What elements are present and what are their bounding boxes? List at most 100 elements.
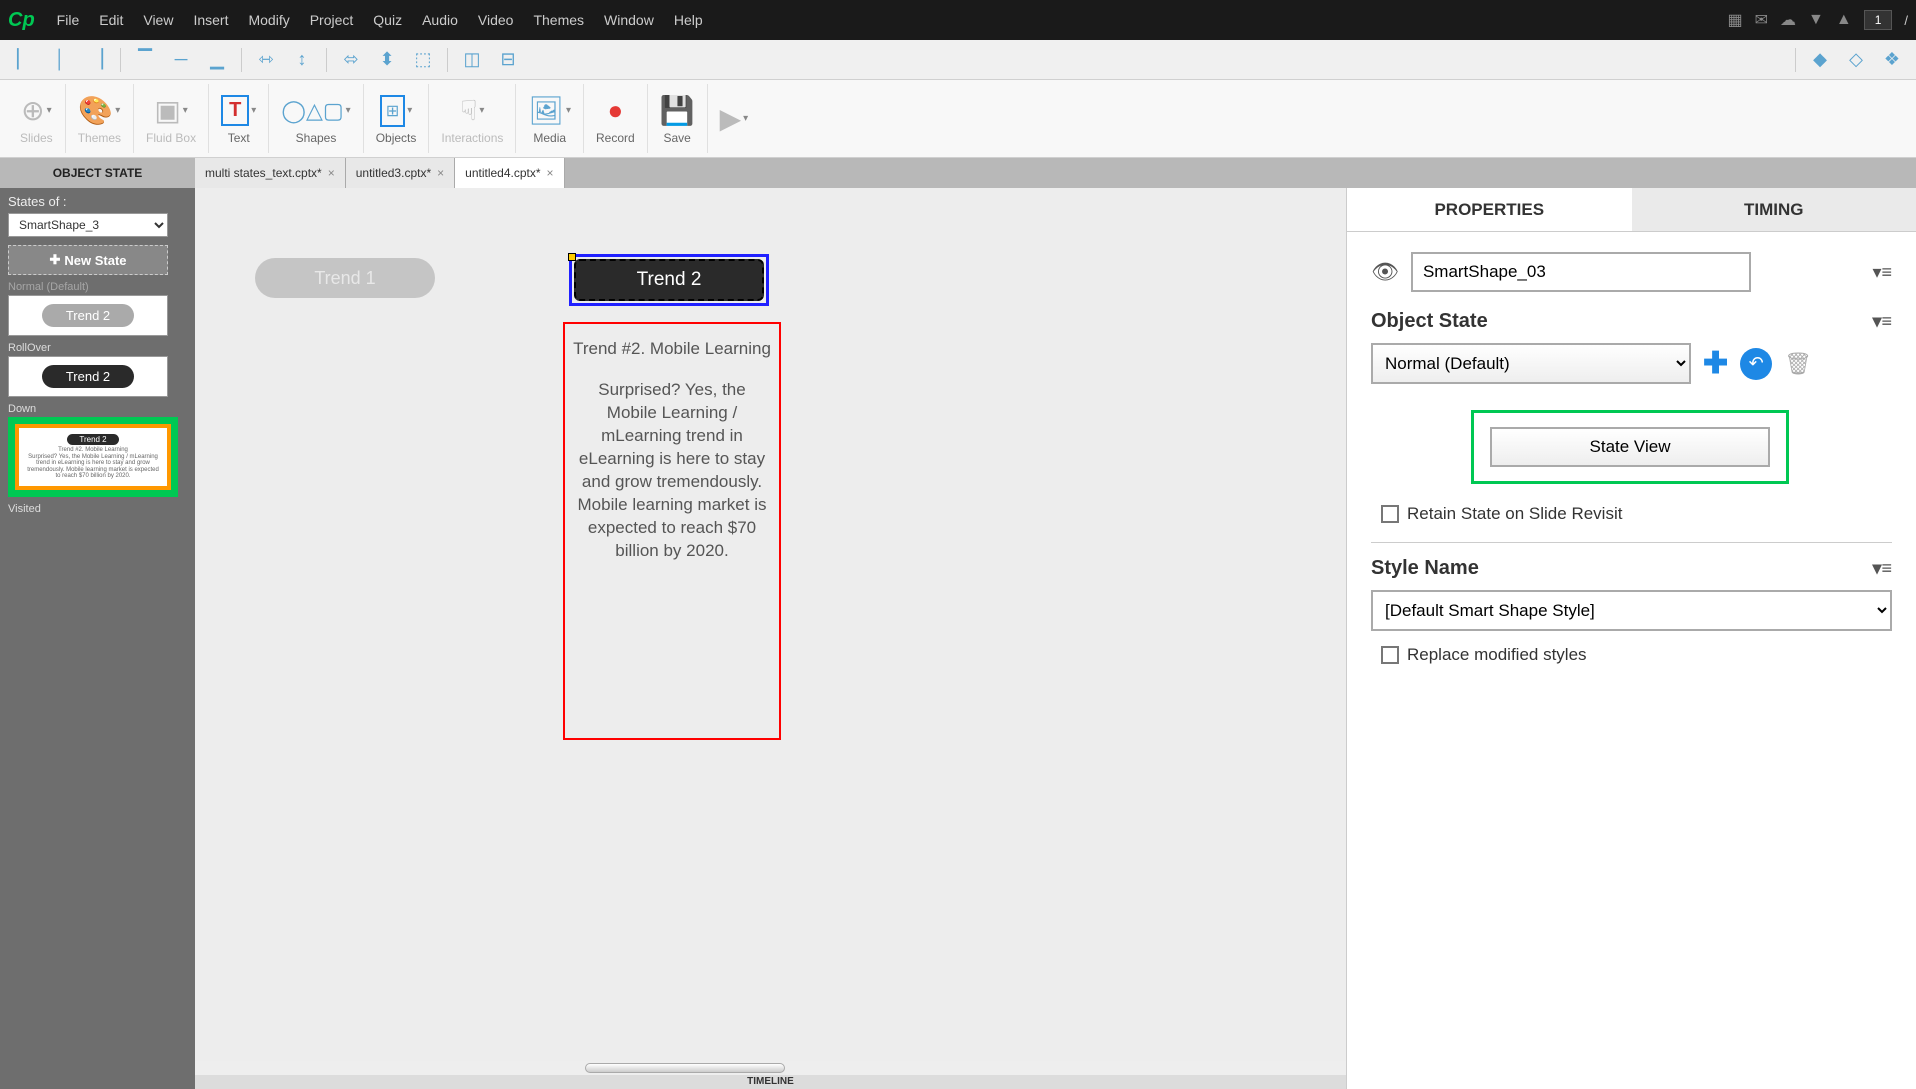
menu-window[interactable]: Window xyxy=(594,12,664,28)
interactions-icon: ☟▾ xyxy=(460,93,484,129)
interactions-label: Interactions xyxy=(441,131,503,145)
reset-state-icon[interactable]: ↶ xyxy=(1740,348,1772,380)
arrow-up-icon[interactable]: ▲ xyxy=(1836,11,1852,29)
mail-icon[interactable]: ✉ xyxy=(1755,10,1768,30)
timeline-bar[interactable]: TIMELINE xyxy=(195,1075,1346,1089)
distribute-v-icon[interactable]: ↕ xyxy=(286,44,318,76)
state-thumb-normal[interactable]: Trend 2 xyxy=(8,295,168,336)
content-body: Surprised? Yes, the Mobile Learning / mL… xyxy=(573,379,771,563)
new-state-button[interactable]: ✚ New State xyxy=(8,245,168,275)
state-view-button[interactable]: State View xyxy=(1490,427,1770,467)
fluidbox-icon: ▣▾ xyxy=(154,93,188,129)
record-icon[interactable]: ● xyxy=(607,93,623,129)
slides-icon: ⊕▾ xyxy=(21,93,52,129)
tab-timing[interactable]: TIMING xyxy=(1632,188,1916,231)
doc-tab-3[interactable]: untitled4.cptx* × xyxy=(455,158,564,188)
horizontal-scrollbar[interactable] xyxy=(195,1061,1346,1075)
scrollbar-thumb[interactable] xyxy=(585,1063,785,1073)
layout-icon[interactable]: ▦ xyxy=(1727,10,1742,30)
close-icon[interactable]: × xyxy=(547,166,554,180)
menu-insert[interactable]: Insert xyxy=(183,12,238,28)
tab-properties[interactable]: PROPERTIES xyxy=(1347,188,1632,231)
add-state-icon[interactable]: ✚ xyxy=(1703,346,1728,381)
menu-quiz[interactable]: Quiz xyxy=(363,12,412,28)
text-icon[interactable]: T▾ xyxy=(221,93,256,129)
object-name-input[interactable] xyxy=(1411,252,1751,292)
media-icon[interactable]: 🖼▾ xyxy=(528,93,571,129)
shapes-icon[interactable]: ◯△▢▾ xyxy=(281,93,350,129)
content-text-box[interactable]: Trend #2. Mobile Learning Surprised? Yes… xyxy=(563,322,781,740)
menu-help[interactable]: Help xyxy=(664,12,713,28)
properties-panel: PROPERTIES TIMING 👁 ▾≡ Object State ▾≡ N… xyxy=(1346,188,1916,1089)
match-width-icon[interactable]: ⬄ xyxy=(335,44,367,76)
align-left-icon[interactable]: ▏ xyxy=(8,44,40,76)
align-top-icon[interactable]: ▔ xyxy=(129,44,161,76)
ribbon-toolbar: ⊕▾ Slides 🎨▾ Themes ▣▾ Fluid Box T▾ Text… xyxy=(0,80,1916,158)
match-height-icon[interactable]: ⬍ xyxy=(371,44,403,76)
object-state-panel-tab: OBJECT STATE xyxy=(0,158,195,188)
retain-state-checkbox[interactable] xyxy=(1381,505,1399,523)
content-title: Trend #2. Mobile Learning xyxy=(573,338,771,361)
menu-edit[interactable]: Edit xyxy=(89,12,133,28)
state-thumb-rollover[interactable]: Trend 2 xyxy=(8,356,168,397)
document-tabs-row: OBJECT STATE multi states_text.cptx* × u… xyxy=(0,158,1916,188)
state-visited-label: Visited xyxy=(8,503,187,515)
plus-icon: ✚ xyxy=(49,252,60,268)
menu-view[interactable]: View xyxy=(133,12,183,28)
selection-handle-icon[interactable] xyxy=(568,253,576,261)
arrow-down-icon[interactable]: ▼ xyxy=(1808,11,1824,29)
mini-title: Trend #2. Mobile Learning xyxy=(58,447,128,454)
themes-icon: 🎨▾ xyxy=(78,93,120,129)
state-view-highlight: State View xyxy=(1471,410,1789,484)
objects-icon[interactable]: ⊞▾ xyxy=(380,93,412,129)
distribute-h-icon[interactable]: ⇿ xyxy=(250,44,282,76)
mini-btn: Trend 2 xyxy=(67,434,118,445)
canvas-area: Trend 1 Trend 2 Trend #2. Mobile Learnin… xyxy=(195,188,1346,1089)
visibility-icon[interactable]: 👁 xyxy=(1371,259,1399,285)
menu-audio[interactable]: Audio xyxy=(412,12,468,28)
replace-styles-checkbox[interactable] xyxy=(1381,646,1399,664)
align-center-h-icon[interactable]: │ xyxy=(44,44,76,76)
delete-state-icon[interactable]: 🗑 xyxy=(1784,351,1812,377)
app-logo: Cp xyxy=(8,9,35,32)
thumb-btn: Trend 2 xyxy=(42,304,134,327)
zoom-value[interactable]: 1 xyxy=(1864,10,1893,30)
menu-file[interactable]: File xyxy=(47,12,90,28)
state-thumb-visited[interactable]: Trend 2 Trend #2. Mobile Learning Surpri… xyxy=(8,417,178,497)
state-rollover-label: RollOver xyxy=(8,342,187,354)
options-menu-icon[interactable]: ▾≡ xyxy=(1872,558,1892,579)
menu-project[interactable]: Project xyxy=(300,12,364,28)
align-right-icon[interactable]: ▕ xyxy=(80,44,112,76)
trend2-shape-selected[interactable]: Trend 2 xyxy=(569,254,769,306)
layer-stack-icon[interactable]: ❖ xyxy=(1876,44,1908,76)
close-icon[interactable]: × xyxy=(328,166,335,180)
new-state-label: New State xyxy=(64,253,126,268)
center-h-slide-icon[interactable]: ◫ xyxy=(456,44,488,76)
options-menu-icon[interactable]: ▾≡ xyxy=(1872,311,1892,332)
trend1-shape[interactable]: Trend 1 xyxy=(255,258,435,298)
mini-body: Surprised? Yes, the Mobile Learning / mL… xyxy=(25,454,161,480)
menu-themes[interactable]: Themes xyxy=(523,12,594,28)
options-menu-icon[interactable]: ▾≡ xyxy=(1872,262,1892,283)
doc-tab-1[interactable]: multi states_text.cptx* × xyxy=(195,158,346,188)
style-select[interactable]: [Default Smart Shape Style] xyxy=(1371,590,1892,631)
menu-modify[interactable]: Modify xyxy=(238,12,299,28)
cloud-icon[interactable]: ☁ xyxy=(1780,10,1796,30)
state-select[interactable]: Normal (Default) xyxy=(1371,343,1691,384)
object-state-title: Object State ▾≡ xyxy=(1371,310,1892,333)
match-size-icon[interactable]: ⬚ xyxy=(407,44,439,76)
close-icon[interactable]: × xyxy=(437,166,444,180)
center-v-slide-icon[interactable]: ⊟ xyxy=(492,44,524,76)
preview-icon: ▶▾ xyxy=(720,101,749,137)
doc-tab-2[interactable]: untitled3.cptx* × xyxy=(346,158,455,188)
layer-front-icon[interactable]: ◆ xyxy=(1804,44,1836,76)
retain-state-label: Retain State on Slide Revisit xyxy=(1407,504,1622,524)
layer-back-icon[interactable]: ◇ xyxy=(1840,44,1872,76)
slide-canvas[interactable]: Trend 1 Trend 2 Trend #2. Mobile Learnin… xyxy=(195,188,1346,1061)
replace-styles-label: Replace modified styles xyxy=(1407,645,1587,665)
align-middle-icon[interactable]: ─ xyxy=(165,44,197,76)
align-bottom-icon[interactable]: ▁ xyxy=(201,44,233,76)
save-icon[interactable]: 💾 xyxy=(660,93,695,129)
menu-video[interactable]: Video xyxy=(468,12,524,28)
states-object-select[interactable]: SmartShape_3 xyxy=(8,213,168,237)
